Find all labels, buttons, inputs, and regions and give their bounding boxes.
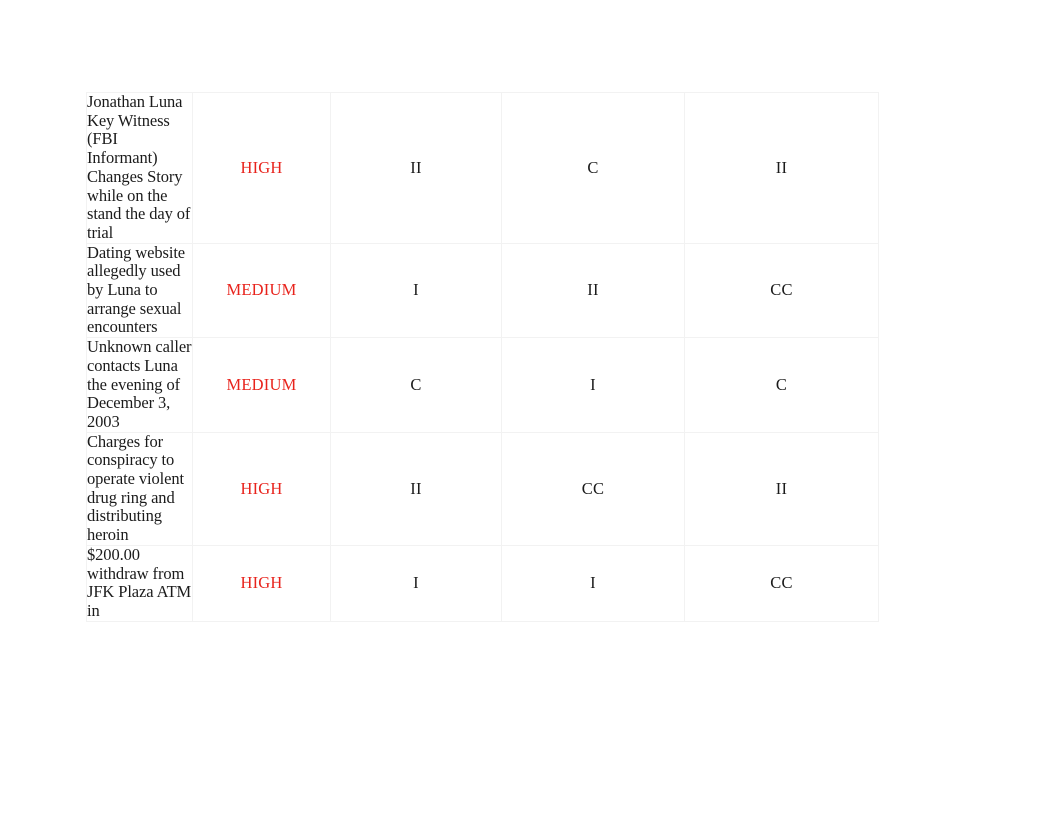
cell-rating-2: II [501,242,685,339]
cell-rating-3: CC [684,242,879,339]
risk-table-body: Jonathan Luna Key Witness (FBI Informant… [86,92,879,622]
cell-description: Dating website allegedly used by Luna to… [86,242,193,339]
cell-rating-3: II [684,431,879,546]
page-canvas: Jonathan Luna Key Witness (FBI Informant… [0,0,1062,822]
cell-description: Unknown caller contacts Luna the evening… [86,337,193,433]
cell-description: Jonathan Luna Key Witness (FBI Informant… [86,92,193,244]
cell-rating-2: I [501,544,685,622]
cell-rating-1: I [330,242,502,339]
cell-rating-1: II [330,92,502,244]
cell-risk-level: HIGH [192,544,331,622]
table-row: Charges for conspiracy to operate violen… [86,431,879,546]
cell-rating-3: II [684,92,879,244]
cell-rating-2: C [501,92,685,244]
cell-rating-3: CC [684,544,879,622]
cell-rating-1: C [330,337,502,433]
table-row: Jonathan Luna Key Witness (FBI Informant… [86,92,879,244]
table-row: $200.00 withdraw from JFK Plaza ATM in H… [86,544,879,622]
cell-rating-1: I [330,544,502,622]
cell-description: $200.00 withdraw from JFK Plaza ATM in [86,544,193,622]
table-row: Unknown caller contacts Luna the evening… [86,337,879,433]
table-row: Dating website allegedly used by Luna to… [86,242,879,339]
cell-description: Charges for conspiracy to operate violen… [86,431,193,546]
cell-rating-1: II [330,431,502,546]
cell-rating-2: CC [501,431,685,546]
cell-rating-2: I [501,337,685,433]
risk-table-container: Jonathan Luna Key Witness (FBI Informant… [86,92,879,719]
cell-risk-level: MEDIUM [192,242,331,339]
risk-assessment-table: Jonathan Luna Key Witness (FBI Informant… [86,92,879,622]
cell-rating-3: C [684,337,879,433]
cell-risk-level: HIGH [192,92,331,244]
cell-risk-level: MEDIUM [192,337,331,433]
cell-risk-level: HIGH [192,431,331,546]
